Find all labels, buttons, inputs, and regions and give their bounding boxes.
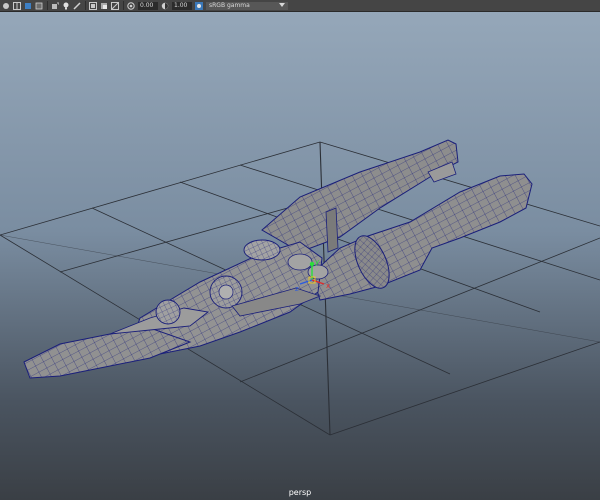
toolbar-divider bbox=[123, 1, 124, 10]
view-transform-label: sRGB gamma bbox=[209, 1, 250, 9]
gamma-field[interactable]: 1.00 bbox=[172, 1, 192, 10]
tin-snips-model[interactable] bbox=[23, 139, 533, 379]
shadows-icon[interactable] bbox=[73, 1, 81, 10]
camera-name-label: persp bbox=[288, 488, 312, 497]
axis-y-label: y bbox=[315, 258, 319, 266]
chevron-down-icon bbox=[279, 2, 285, 10]
isolate-icon[interactable] bbox=[100, 2, 108, 10]
lights-icon[interactable] bbox=[62, 2, 70, 10]
exposure-field[interactable]: 0.00 bbox=[138, 1, 158, 10]
exposure-icon[interactable] bbox=[127, 1, 135, 10]
toolbar-divider bbox=[85, 1, 86, 10]
ambient-occlusion-icon[interactable] bbox=[89, 1, 97, 10]
perspective-viewport[interactable]: x z y persp bbox=[0, 12, 600, 500]
view-transform-dropdown[interactable]: sRGB gamma bbox=[206, 1, 288, 10]
viewport-toolbar: 0.00 1.00 sRGB gamma bbox=[0, 0, 600, 12]
gamma-icon[interactable] bbox=[161, 2, 169, 10]
axis-z-label: z bbox=[295, 285, 299, 293]
shaded-icon[interactable] bbox=[35, 2, 43, 10]
axis-x-label: x bbox=[326, 282, 330, 290]
textured-icon[interactable] bbox=[51, 2, 59, 10]
grid-icon[interactable] bbox=[13, 1, 21, 10]
toolbar-divider bbox=[47, 1, 48, 10]
viewport-scene: x z y bbox=[0, 139, 600, 436]
camera-icon[interactable] bbox=[2, 2, 10, 10]
xray-icon[interactable] bbox=[111, 1, 119, 10]
wireframe-icon[interactable] bbox=[24, 2, 32, 10]
color-management-icon[interactable] bbox=[195, 1, 203, 10]
